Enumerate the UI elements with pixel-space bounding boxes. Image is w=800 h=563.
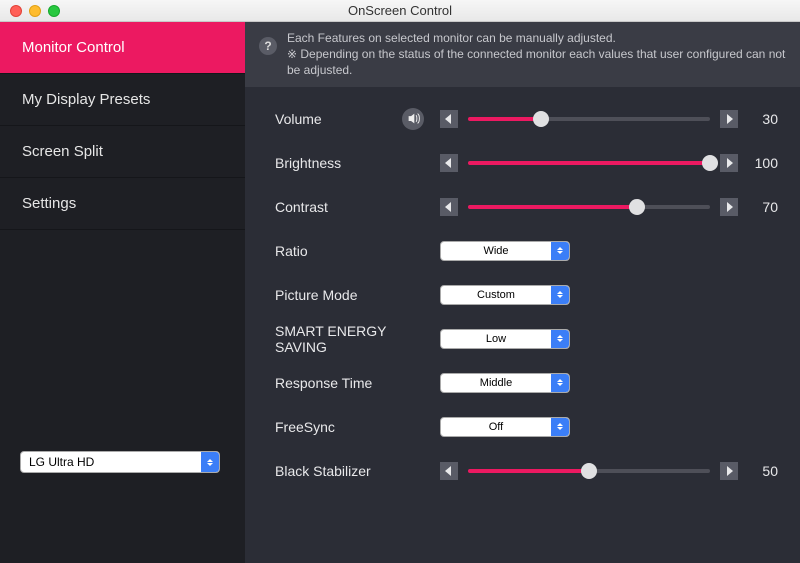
black-stabilizer-value: 50 xyxy=(738,463,778,479)
row-volume: Volume 30 xyxy=(275,97,778,141)
contrast-label: Contrast xyxy=(275,199,440,215)
contrast-value: 70 xyxy=(738,199,778,215)
volume-slider-thumb[interactable] xyxy=(533,111,549,127)
black_stabilizer-decrease-button[interactable] xyxy=(440,462,458,480)
picture-mode-label: Picture Mode xyxy=(275,287,440,303)
freesync-select-value: Off xyxy=(441,421,551,433)
contrast-decrease-button[interactable] xyxy=(440,198,458,216)
window-titlebar: OnScreen Control xyxy=(0,0,800,22)
row-brightness: Brightness 100 xyxy=(275,141,778,185)
sidebar-item-monitor-control[interactable]: Monitor Control xyxy=(0,22,245,74)
speaker-icon[interactable] xyxy=(402,108,424,130)
row-picture-mode: Picture ModeCustom xyxy=(275,273,778,317)
smart-energy-select[interactable]: Low xyxy=(440,329,570,349)
brightness-decrease-button[interactable] xyxy=(440,154,458,172)
controls-panel: Volume 30 Brightness 100 Contrast 70 RatioWide… xyxy=(245,87,800,563)
brightness-increase-button[interactable] xyxy=(720,154,738,172)
close-window-button[interactable] xyxy=(10,5,22,17)
chevron-updown-icon xyxy=(201,452,219,472)
response-time-select-value: Middle xyxy=(441,377,551,389)
brightness-slider[interactable] xyxy=(468,161,710,165)
minimize-window-button[interactable] xyxy=(29,5,41,17)
response-time-select[interactable]: Middle xyxy=(440,373,570,393)
volume-value: 30 xyxy=(738,111,778,127)
info-banner-line1: Each Features on selected monitor can be… xyxy=(287,30,786,46)
black-stabilizer-label: Black Stabilizer xyxy=(275,463,440,479)
brightness-slider-thumb[interactable] xyxy=(702,155,718,171)
chevron-updown-icon xyxy=(551,286,569,304)
contrast-increase-button[interactable] xyxy=(720,198,738,216)
row-smart-energy: SMART ENERGY SAVINGLow xyxy=(275,317,778,361)
chevron-updown-icon xyxy=(551,374,569,392)
picture-mode-select-value: Custom xyxy=(441,289,551,301)
info-banner: ? Each Features on selected monitor can … xyxy=(245,22,800,87)
volume-label: Volume xyxy=(275,108,440,130)
black_stabilizer-slider[interactable] xyxy=(468,469,710,473)
black_stabilizer-increase-button[interactable] xyxy=(720,462,738,480)
volume-slider[interactable] xyxy=(468,117,710,121)
freesync-label: FreeSync xyxy=(275,419,440,435)
ratio-select-value: Wide xyxy=(441,245,551,257)
chevron-updown-icon xyxy=(551,418,569,436)
contrast-slider-thumb[interactable] xyxy=(629,199,645,215)
sidebar-nav: Monitor ControlMy Display PresetsScreen … xyxy=(0,22,245,230)
freesync-select[interactable]: Off xyxy=(440,417,570,437)
sidebar-item-my-display-presets[interactable]: My Display Presets xyxy=(0,74,245,126)
picture-mode-select[interactable]: Custom xyxy=(440,285,570,305)
help-icon: ? xyxy=(259,37,277,55)
info-banner-line2: ※ Depending on the status of the connect… xyxy=(287,46,786,78)
device-select[interactable]: LG Ultra HD xyxy=(20,451,220,473)
response-time-label: Response Time xyxy=(275,375,440,391)
volume-decrease-button[interactable] xyxy=(440,110,458,128)
smart-energy-select-value: Low xyxy=(441,333,551,345)
sidebar-item-settings[interactable]: Settings xyxy=(0,178,245,230)
ratio-label: Ratio xyxy=(275,243,440,259)
info-banner-text: Each Features on selected monitor can be… xyxy=(287,30,786,79)
contrast-slider[interactable] xyxy=(468,205,710,209)
black_stabilizer-slider-thumb[interactable] xyxy=(581,463,597,479)
ratio-select[interactable]: Wide xyxy=(440,241,570,261)
row-black-stabilizer: Black Stabilizer 50 xyxy=(275,449,778,493)
smart-energy-label: SMART ENERGY SAVING xyxy=(275,323,440,355)
row-ratio: RatioWide xyxy=(275,229,778,273)
sidebar: Monitor ControlMy Display PresetsScreen … xyxy=(0,22,245,563)
chevron-updown-icon xyxy=(551,330,569,348)
volume-increase-button[interactable] xyxy=(720,110,738,128)
sidebar-item-screen-split[interactable]: Screen Split xyxy=(0,126,245,178)
window-controls xyxy=(0,5,60,17)
zoom-window-button[interactable] xyxy=(48,5,60,17)
brightness-label: Brightness xyxy=(275,155,440,171)
brightness-value: 100 xyxy=(738,155,778,171)
row-response-time: Response TimeMiddle xyxy=(275,361,778,405)
row-contrast: Contrast 70 xyxy=(275,185,778,229)
row-freesync: FreeSyncOff xyxy=(275,405,778,449)
window-title: OnScreen Control xyxy=(0,3,800,18)
device-select-value: LG Ultra HD xyxy=(21,455,201,469)
chevron-updown-icon xyxy=(551,242,569,260)
